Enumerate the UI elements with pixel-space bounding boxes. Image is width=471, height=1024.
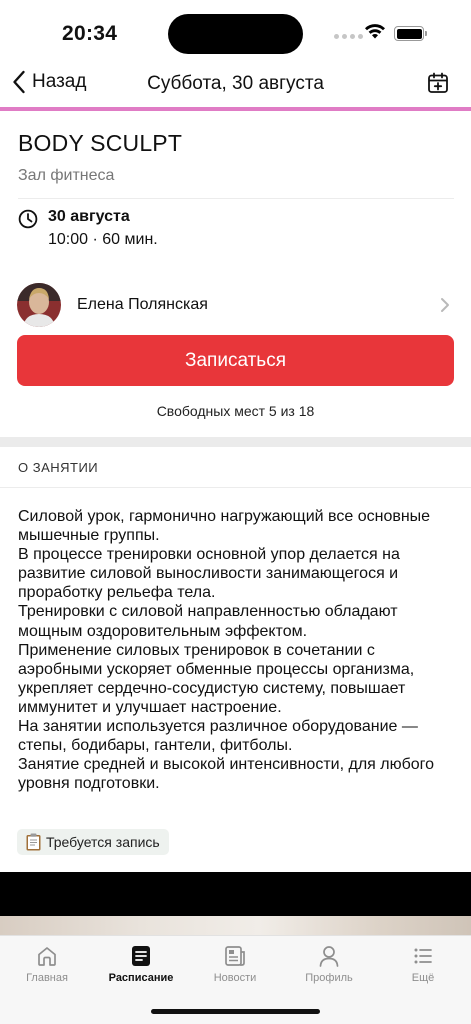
description-paragraph: На занятии используется различное оборуд…: [18, 718, 418, 755]
booking-required-tag: Требуется запись: [17, 829, 169, 855]
media-banner: [0, 872, 471, 916]
profile-icon: [319, 946, 339, 967]
schedule-icon: [132, 946, 150, 966]
calendar-plus-icon: [428, 72, 448, 93]
description-paragraph: Занятие средней и высокой интенсивности,…: [18, 756, 435, 793]
tab-profile[interactable]: Профиль: [282, 944, 376, 984]
news-icon: [225, 946, 245, 966]
status-bar: 20:34: [0, 0, 471, 60]
trainer-row[interactable]: Елена Полянская: [17, 282, 454, 328]
tab-label: Расписание: [108, 972, 174, 984]
nav-header: Назад Суббота, 30 августа: [0, 62, 471, 106]
class-date: 30 августа: [48, 208, 130, 225]
tab-label: Ещё: [411, 972, 435, 984]
tab-label: Новости: [213, 972, 257, 984]
chevron-left-icon: [13, 70, 25, 94]
dynamic-island: [168, 14, 303, 54]
trainer-name: Елена Полянская: [77, 296, 208, 313]
more-icon: [414, 948, 432, 964]
tab-schedule[interactable]: Расписание: [94, 944, 188, 984]
signup-button[interactable]: Записаться: [17, 335, 454, 386]
back-label: Назад: [32, 71, 87, 92]
divider: [0, 487, 471, 488]
add-to-calendar-button[interactable]: [427, 72, 449, 99]
back-button[interactable]: Назад: [12, 70, 86, 94]
trainer-avatar: [17, 283, 61, 327]
tag-label: Требуется запись: [46, 834, 160, 850]
clock-icon: [18, 209, 38, 229]
wifi-icon: [365, 24, 385, 39]
description-paragraph: Тренировки с силовой направленностью обл…: [18, 603, 398, 640]
description-paragraph: В процессе тренировки основной упор дела…: [18, 546, 400, 602]
tab-more[interactable]: Ещё: [376, 944, 470, 984]
tab-news[interactable]: Новости: [188, 944, 282, 984]
chevron-right-icon: [441, 298, 449, 312]
description-paragraph: Силовой урок, гармонично нагружающий все…: [18, 508, 431, 545]
class-description: Силовой урок, гармонично нагружающий все…: [18, 507, 458, 793]
about-section-header: О ЗАНЯТИИ: [18, 460, 99, 475]
tab-home[interactable]: Главная: [0, 944, 94, 984]
tab-label: Главная: [26, 972, 68, 984]
section-separator: [0, 437, 471, 447]
divider: [18, 198, 454, 199]
class-time-duration: 10:00 · 60 мин.: [48, 231, 158, 248]
accent-line: [0, 107, 471, 111]
home-indicator: [151, 1009, 320, 1014]
battery-icon: [394, 26, 424, 41]
date-time-row: 30 августа 10:00 · 60 мин.: [18, 208, 158, 249]
signal-icon: [334, 34, 363, 39]
clipboard-icon: [26, 833, 41, 851]
class-title: BODY SCULPT: [18, 130, 183, 156]
home-icon: [38, 947, 56, 966]
class-photo: [0, 916, 471, 936]
tab-label: Профиль: [305, 972, 353, 984]
description-paragraph: Применение силовых тренировок в сочетани…: [18, 641, 415, 716]
status-time: 20:34: [62, 22, 118, 45]
free-slots-text: Свободных мест 5 из 18: [156, 403, 315, 419]
class-location: Зал фитнеса: [18, 167, 115, 184]
